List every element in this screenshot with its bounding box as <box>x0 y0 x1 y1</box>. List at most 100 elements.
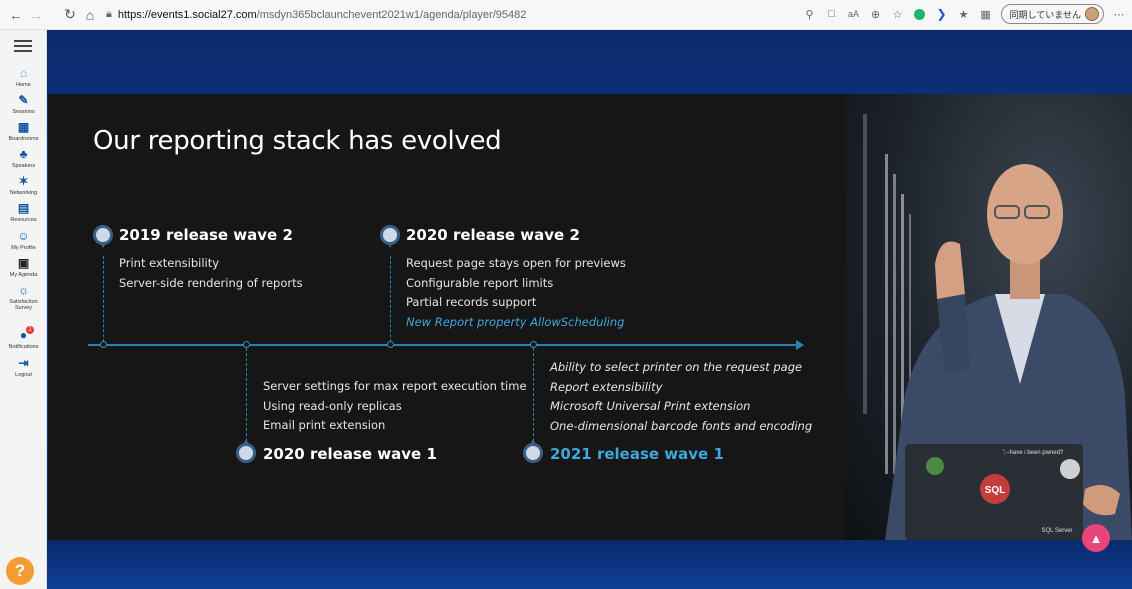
wave-features: Server settings for max report execution… <box>263 377 527 436</box>
resources-icon: ▤ <box>17 201 30 215</box>
help-button[interactable]: ? <box>6 557 34 585</box>
survey-icon: ☼ <box>18 283 29 297</box>
sidebar-item-notifications[interactable]: ● 1 Notifications <box>0 326 47 350</box>
wave-features: Ability to select printer on the request… <box>550 358 812 436</box>
sidebar-item-my-agenda[interactable]: ▣ My Agenda <box>0 256 47 278</box>
sidebar-item-speakers[interactable]: ♣ Speakers <box>0 147 47 169</box>
feature-item: Report extensibility <box>550 379 663 394</box>
favorite-add-icon[interactable]: ☆ <box>891 7 905 21</box>
sidebar-item-my-profile[interactable]: ☺ My Profile <box>0 229 47 251</box>
sidebar-item-home[interactable]: ⌂ Home <box>0 66 47 88</box>
feature-item: Ability to select printer on the request… <box>550 360 803 374</box>
lock-icon: 🔒︎ <box>106 8 112 20</box>
extension-blue-icon[interactable]: ❯ <box>935 7 949 21</box>
presenter-image: SQL ';--have i been pwned? SQL Server <box>863 114 1132 540</box>
pencil-icon: ✎ <box>18 93 29 107</box>
collections-icon[interactable]: ▦ <box>979 7 993 21</box>
sidebar-item-label: Boardrooms <box>8 136 39 142</box>
feature-item: Microsoft Universal Print extension <box>550 399 751 413</box>
timeline-line <box>88 344 796 346</box>
sidebar-item-boardrooms[interactable]: ▦ Boardrooms <box>0 120 47 142</box>
feature-item: One-dimensional barcode fonts and encodi… <box>550 418 813 433</box>
sidebar-item-label: Home <box>16 82 31 88</box>
sidebar-item-label: My Agenda <box>9 272 38 278</box>
timeline-dot <box>243 341 250 348</box>
avatar <box>1085 7 1099 21</box>
more-menu-icon[interactable]: ⋯ <box>1112 7 1126 21</box>
zoom-icon[interactable]: ⊕ <box>869 7 883 21</box>
feature-item: Configurable report limits <box>406 275 554 290</box>
like-button[interactable]: ▲ <box>1082 524 1110 552</box>
sidebar-item-label: Notifications <box>8 344 39 350</box>
timeline-dot <box>530 341 537 348</box>
notification-badge: 1 <box>26 326 34 334</box>
timeline-connector <box>246 348 247 446</box>
wave-title: 2020 release wave 2 <box>406 226 580 244</box>
favorites-icon[interactable]: ★ <box>957 7 971 21</box>
search-icon[interactable]: ⚲ <box>803 7 817 21</box>
sidebar-item-logout[interactable]: ⇥ Logout <box>0 356 47 378</box>
laptop-caption: ';--have i been pwned? <box>1003 450 1064 456</box>
milestone-pin-icon <box>93 225 113 248</box>
wave-title: 2020 release wave 1 <box>263 445 437 463</box>
app-sidebar: ⌂ Home ✎ Sessions ▦ Boardrooms ♣ Speaker… <box>0 30 47 589</box>
home-icon: ⌂ <box>19 66 28 80</box>
refresh-icon[interactable]: ↻ <box>60 5 80 25</box>
feature-item: Server-side rendering of reports <box>119 275 303 290</box>
feature-item: New Report property AllowScheduling <box>406 314 625 329</box>
translate-icon[interactable]: aA <box>847 7 861 21</box>
network-icon: ✶ <box>18 174 29 188</box>
profile-icon: ☺ <box>17 229 30 243</box>
feature-item: Server settings for max report execution… <box>263 379 527 393</box>
slide-title: Our reporting stack has evolved <box>93 126 502 156</box>
back-icon[interactable]: ← <box>6 5 26 25</box>
feature-item: Partial records support <box>406 295 537 309</box>
profile-sync-button[interactable]: 同期していません <box>1000 4 1104 24</box>
extension-green-icon[interactable] <box>913 7 927 21</box>
timeline-dot <box>387 341 394 348</box>
wave-title: 2021 release wave 1 <box>550 445 724 463</box>
sidebar-item-label: Logout <box>15 372 32 378</box>
url-host: https://events1.social27.com <box>117 8 257 21</box>
boardroom-icon: ▦ <box>17 120 30 134</box>
feature-item: Email print extension <box>263 418 386 432</box>
feature-item: Request page stays open for previews <box>406 256 626 270</box>
sidebar-item-networking[interactable]: ✶ Networking <box>0 174 47 196</box>
feature-item: Print extensibility <box>119 256 220 270</box>
feature-item: Using read-only replicas <box>263 398 402 413</box>
address-bar[interactable]: 🔒︎ https://events1.social27.com/msdyn365… <box>106 4 526 26</box>
calendar-icon: ▣ <box>17 256 30 270</box>
hamburger-menu-icon[interactable] <box>14 40 32 54</box>
logout-icon: ⇥ <box>18 356 29 370</box>
sidebar-item-survey[interactable]: ☼ Satisfaction Survey <box>0 283 47 311</box>
forward-icon[interactable]: → <box>26 5 46 25</box>
wave-features: Print extensibility Server-side renderin… <box>119 254 303 293</box>
laptop-brand: SQL Server <box>1041 528 1072 534</box>
laptop-sticker-text: SQL <box>985 485 1006 496</box>
video-player[interactable]: Our reporting stack has evolved 2019 rel… <box>47 30 1132 589</box>
timeline-connector <box>533 348 534 446</box>
timeline-dot <box>100 341 107 348</box>
presenter-video: SQL ';--have i been pwned? SQL Server <box>845 94 1132 540</box>
wave-features: Request page stays open for previews Con… <box>406 254 626 332</box>
browser-toolbar: ← → ↻ ⌂ 🔒︎ https://events1.social27.com/… <box>0 0 1132 30</box>
milestone-pin-icon <box>523 439 543 463</box>
sidebar-item-resources[interactable]: ▤ Resources <box>0 201 47 223</box>
reader-icon[interactable]: □ <box>825 7 839 21</box>
sidebar-item-label: Satisfaction Survey <box>9 299 38 311</box>
sidebar-item-label: Resources <box>10 217 37 223</box>
timeline-connector <box>390 256 391 342</box>
sidebar-item-label: My Profile <box>11 245 36 251</box>
timeline-arrow <box>796 340 804 350</box>
presentation-slide: Our reporting stack has evolved 2019 rel… <box>48 94 845 540</box>
sidebar-item-label: Speakers <box>11 163 36 169</box>
milestone-pin-icon <box>236 439 256 463</box>
sync-status-label: 同期していません <box>1009 9 1081 20</box>
sidebar-item-sessions[interactable]: ✎ Sessions <box>0 93 47 115</box>
wave-title: 2019 release wave 2 <box>119 226 293 244</box>
url-path: /msdyn365bclaunchevent2021w1/agenda/play… <box>256 8 527 21</box>
thumbs-up-icon: ▲ <box>1089 530 1103 546</box>
stage-background-bottom <box>47 540 1132 589</box>
milestone-pin-icon <box>380 225 400 248</box>
home-browser-icon[interactable]: ⌂ <box>80 5 100 25</box>
